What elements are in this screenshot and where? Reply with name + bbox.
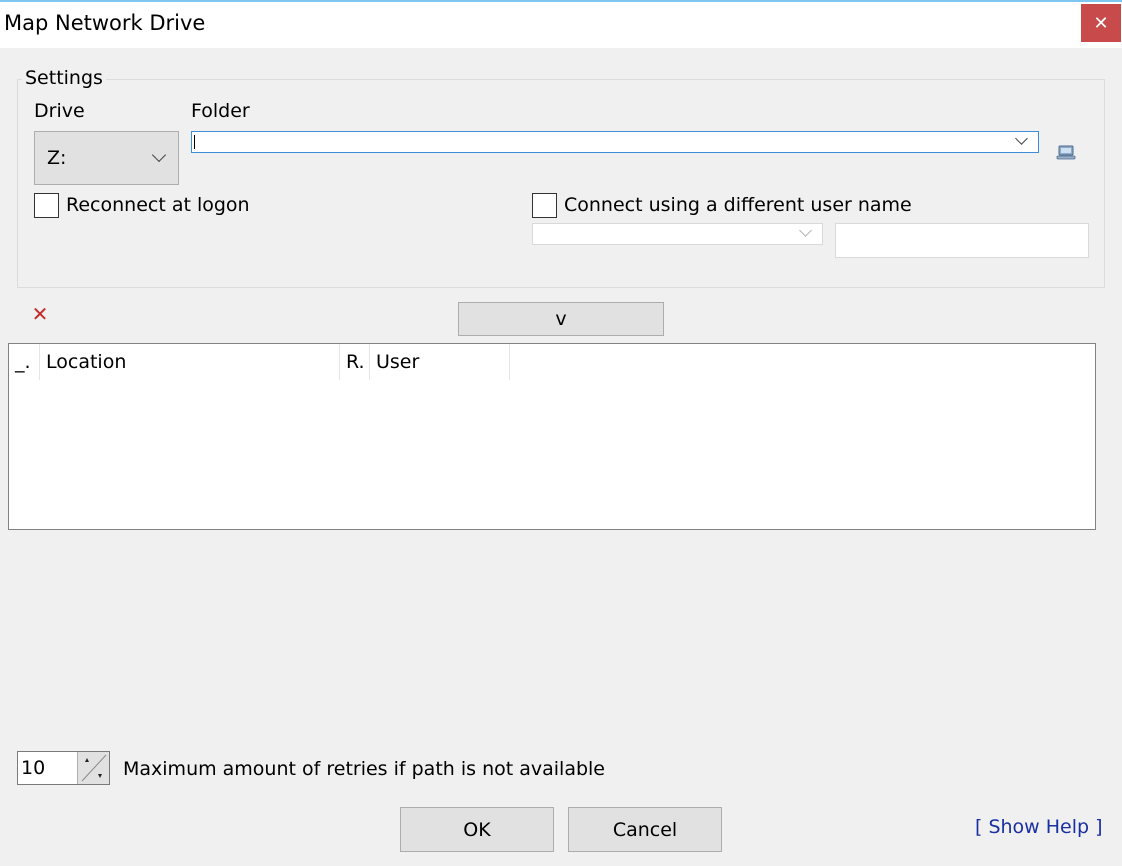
show-help-link[interactable]: [ Show Help ]	[975, 816, 1103, 838]
settings-legend: Settings	[22, 67, 106, 89]
chevron-down-icon	[799, 224, 812, 237]
column-header-location[interactable]: Location	[40, 344, 340, 380]
drive-select[interactable]: Z:	[34, 131, 179, 185]
retries-value[interactable]: 10	[21, 757, 45, 779]
close-button[interactable]: ✕	[1081, 4, 1121, 42]
different-user-checkbox[interactable]	[532, 193, 557, 218]
close-icon: ✕	[1093, 12, 1109, 34]
column-header-user[interactable]: User	[370, 344, 510, 380]
text-caret	[194, 135, 195, 149]
chevron-down-icon[interactable]	[1015, 132, 1028, 145]
cancel-button[interactable]: Cancel	[568, 807, 722, 852]
chevron-down-icon	[151, 147, 167, 163]
retries-label: Maximum amount of retries if path is not…	[123, 758, 605, 780]
add-mapping-button[interactable]: v	[458, 302, 664, 336]
delete-icon[interactable]: ✕	[29, 302, 51, 326]
column-header-status[interactable]: _.	[9, 344, 40, 380]
drive-select-value: Z:	[47, 147, 67, 169]
ok-button[interactable]: OK	[400, 807, 554, 852]
folder-combobox[interactable]	[191, 131, 1039, 153]
window-title: Map Network Drive	[4, 11, 206, 35]
folder-label: Folder	[191, 100, 250, 122]
spin-arrows-icon	[81, 754, 107, 782]
user-name-combobox[interactable]	[532, 223, 823, 245]
different-user-label: Connect using a different user name	[564, 194, 912, 216]
reconnect-checkbox[interactable]	[34, 193, 59, 218]
spin-buttons[interactable]	[77, 752, 109, 784]
column-header-reconnect[interactable]: R.	[340, 344, 370, 380]
reconnect-label: Reconnect at logon	[66, 194, 250, 216]
network-computer-icon[interactable]	[1056, 142, 1076, 162]
password-input[interactable]	[835, 223, 1089, 258]
drive-label: Drive	[34, 100, 85, 122]
